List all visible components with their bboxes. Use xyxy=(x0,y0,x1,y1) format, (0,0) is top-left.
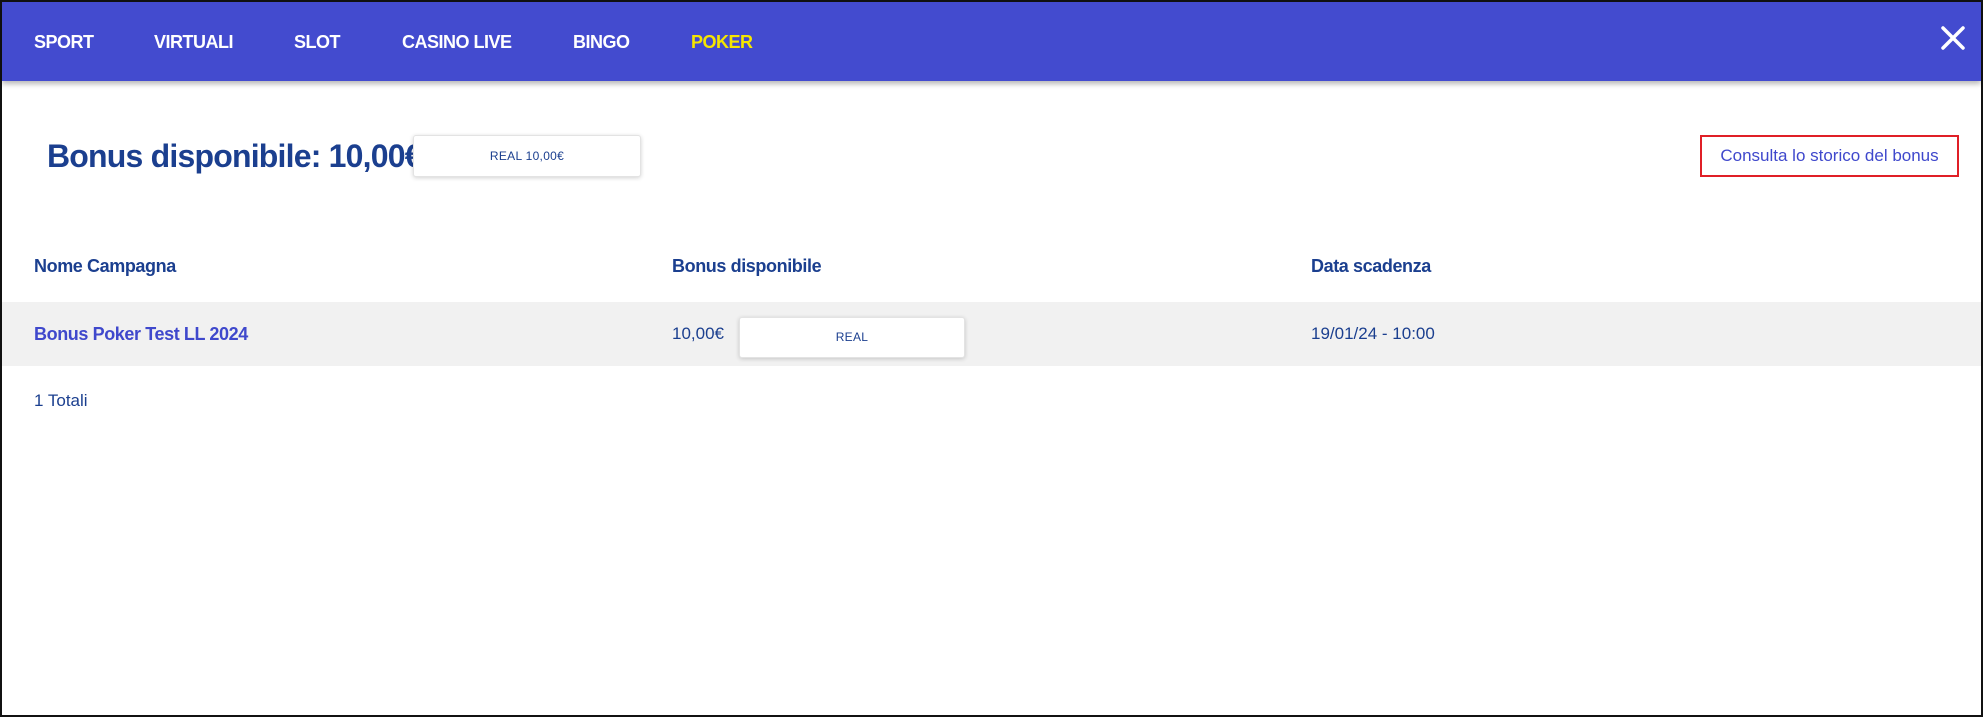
bonus-history-link[interactable]: Consulta lo storico del bonus xyxy=(1700,135,1959,177)
table-row: Bonus Poker Test LL 2024 10,00€ REAL 19/… xyxy=(2,302,1981,366)
nav-item-bingo[interactable]: BINGO xyxy=(573,30,630,54)
close-icon xyxy=(1941,26,1965,50)
nav-item-sport[interactable]: SPORT xyxy=(34,30,94,54)
totals-count: 1 Totali xyxy=(34,391,88,410)
nav-item-virtuali[interactable]: VIRTUALI xyxy=(154,30,234,54)
bonus-amount: 10,00€ xyxy=(672,324,724,343)
campaign-name-link[interactable]: Bonus Poker Test LL 2024 xyxy=(34,322,248,346)
bonus-modal: SPORT VIRTUALI SLOT CASINO LIVE BINGO PO… xyxy=(0,0,1983,717)
column-header-expiry-date: Data scadenza xyxy=(1311,256,1431,276)
column-header-available-bonus: Bonus disponibile xyxy=(672,256,822,276)
expiry-date: 19/01/24 - 10:00 xyxy=(1311,324,1435,343)
close-button[interactable] xyxy=(1936,21,1970,55)
available-bonus-title: Bonus disponibile: 10,00€ xyxy=(47,138,423,174)
nav-item-casino-live[interactable]: CASINO LIVE xyxy=(402,30,512,54)
bonus-type-tag: REAL xyxy=(739,317,965,358)
nav-item-slot[interactable]: SLOT xyxy=(294,30,341,54)
top-navigation-bar: SPORT VIRTUALI SLOT CASINO LIVE BINGO PO… xyxy=(2,2,1981,81)
column-header-campaign-name: Nome Campagna xyxy=(34,256,176,276)
nav-item-poker[interactable]: POKER xyxy=(691,30,753,54)
bonus-type-badge: REAL 10,00€ xyxy=(413,135,641,177)
